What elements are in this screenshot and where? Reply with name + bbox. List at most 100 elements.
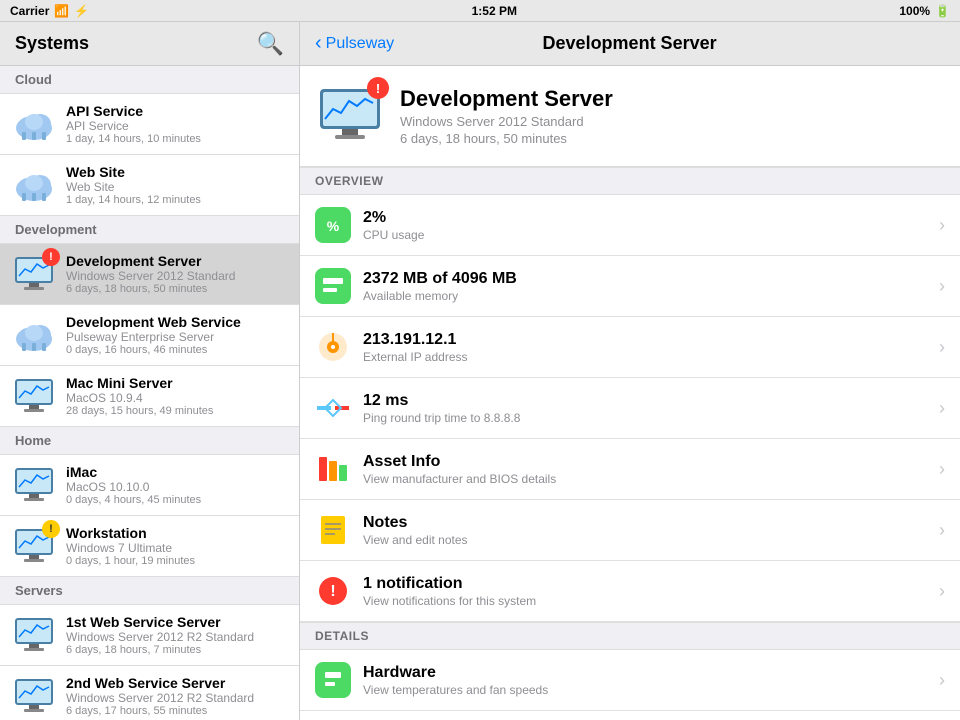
list-item-web-server-1[interactable]: 1st Web Service ServerWindows Server 201… (0, 605, 299, 666)
detail-chevron-ip: › (939, 337, 945, 358)
item-time-web-server-2: 6 days, 17 hours, 55 minutes (66, 705, 287, 717)
section-header-servers: Servers (0, 577, 299, 605)
detail-sub-ping: Ping round trip time to 8.8.8.8 (363, 411, 939, 425)
item-sub-imac: MacOS 10.10.0 (66, 480, 287, 494)
detail-sub-asset: View manufacturer and BIOS details (363, 472, 939, 486)
overview-row-notification[interactable]: ! 1 notification View notifications for … (300, 561, 960, 622)
item-sub-api-service: API Service (66, 119, 287, 133)
list-item-dev-web-service[interactable]: Development Web ServicePulseway Enterpri… (0, 305, 299, 366)
device-os: Windows Server 2012 Standard (400, 114, 613, 129)
device-header: ! Development Server Windows Server 2012… (300, 66, 960, 167)
item-time-dev-web-service: 0 days, 16 hours, 46 minutes (66, 344, 287, 356)
details-list: Hardware View temperatures and fan speed… (300, 650, 960, 720)
detail-content-hardware: Hardware View temperatures and fan speed… (363, 664, 939, 697)
list-item-workstation[interactable]: !WorkstationWindows 7 Ultimate0 days, 1 … (0, 516, 299, 577)
battery-label: 100% (899, 4, 930, 18)
detail-content-memory: 2372 MB of 4096 MB Available memory (363, 270, 939, 303)
item-name-workstation: Workstation (66, 525, 287, 541)
detail-sub-notes: View and edit notes (363, 533, 939, 547)
detail-content-cpu: 2% CPU usage (363, 209, 939, 242)
list-item-api-service[interactable]: API ServiceAPI Service1 day, 14 hours, 1… (0, 94, 299, 155)
section-header-home: Home (0, 427, 299, 455)
list-item-dev-server[interactable]: !Development ServerWindows Server 2012 S… (0, 244, 299, 305)
item-icon-web-site (12, 163, 56, 207)
right-content: ! Development Server Windows Server 2012… (300, 66, 960, 720)
overview-row-memory[interactable]: 2372 MB of 4096 MB Available memory › (300, 256, 960, 317)
signal-icon: ⚡ (74, 4, 89, 18)
detail-sub-notification: View notifications for this system (363, 594, 939, 608)
detail-title-notes: Notes (363, 514, 939, 532)
item-time-api-service: 1 day, 14 hours, 10 minutes (66, 133, 287, 145)
detail-icon-hardware (315, 662, 351, 698)
battery-icon: 🔋 (935, 4, 950, 18)
overview-row-ping[interactable]: 12 ms Ping round trip time to 8.8.8.8 › (300, 378, 960, 439)
item-icon-api-service (12, 102, 56, 146)
detail-content-asset: Asset Info View manufacturer and BIOS de… (363, 453, 939, 486)
right-panel: ‹ Pulseway Development Server (300, 22, 960, 720)
left-panel: Systems 🔍 Cloud API ServiceAPI Service1 … (0, 22, 300, 720)
svg-text:!: ! (330, 583, 335, 600)
detail-row-network[interactable]: Network View monitored network interface… (300, 711, 960, 720)
item-sub-web-server-1: Windows Server 2012 R2 Standard (66, 630, 287, 644)
overview-row-notes[interactable]: Notes View and edit notes › (300, 500, 960, 561)
svg-text:%: % (327, 218, 340, 234)
overview-row-asset[interactable]: Asset Info View manufacturer and BIOS de… (300, 439, 960, 500)
detail-chevron-hardware: › (939, 670, 945, 691)
item-name-api-service: API Service (66, 103, 287, 119)
detail-title-ping: 12 ms (363, 392, 939, 410)
detail-chevron-ping: › (939, 398, 945, 419)
detail-sub-memory: Available memory (363, 289, 939, 303)
detail-icon-asset (315, 451, 351, 487)
detail-icon-notification: ! (315, 573, 351, 609)
detail-title-notification: 1 notification (363, 575, 939, 593)
item-icon-mac-mini (12, 374, 56, 418)
detail-chevron-asset: › (939, 459, 945, 480)
detail-row-hardware[interactable]: Hardware View temperatures and fan speed… (300, 650, 960, 711)
detail-content-ping: 12 ms Ping round trip time to 8.8.8.8 (363, 392, 939, 425)
detail-title-memory: 2372 MB of 4096 MB (363, 270, 939, 288)
right-header: ‹ Pulseway Development Server (300, 22, 960, 66)
detail-title-cpu: 2% (363, 209, 939, 227)
detail-content-notes: Notes View and edit notes (363, 514, 939, 547)
device-alert-badge: ! (367, 77, 389, 99)
item-time-dev-server: 6 days, 18 hours, 50 minutes (66, 283, 287, 295)
item-sub-dev-web-service: Pulseway Enterprise Server (66, 330, 287, 344)
detail-title-ip: 213.191.12.1 (363, 331, 939, 349)
overview-list: % 2% CPU usage › 2372 MB of 4096 MB Avai… (300, 195, 960, 622)
item-sub-mac-mini: MacOS 10.9.4 (66, 391, 287, 405)
item-icon-web-server-2 (12, 674, 56, 718)
back-button[interactable]: ‹ Pulseway (315, 32, 394, 55)
item-icon-workstation: ! (12, 524, 56, 568)
detail-sub-cpu: CPU usage (363, 228, 939, 242)
detail-icon-cpu: % (315, 207, 351, 243)
details-section-label: DETAILS (300, 622, 960, 650)
main-container: Systems 🔍 Cloud API ServiceAPI Service1 … (0, 22, 960, 720)
overview-row-ip[interactable]: 213.191.12.1 External IP address › (300, 317, 960, 378)
list-item-web-server-2[interactable]: 2nd Web Service ServerWindows Server 201… (0, 666, 299, 720)
right-header-title: Development Server (394, 33, 865, 54)
detail-icon-notes (315, 512, 351, 548)
item-time-web-server-1: 6 days, 18 hours, 7 minutes (66, 644, 287, 656)
list-item-mac-mini[interactable]: Mac Mini ServerMacOS 10.9.428 days, 15 h… (0, 366, 299, 427)
detail-content-ip: 213.191.12.1 External IP address (363, 331, 939, 364)
item-time-mac-mini: 28 days, 15 hours, 49 minutes (66, 405, 287, 417)
item-name-web-site: Web Site (66, 164, 287, 180)
status-bar: Carrier 📶 ⚡ 1:52 PM 100% 🔋 (0, 0, 960, 22)
left-panel-title: Systems (15, 33, 89, 54)
item-name-web-server-1: 1st Web Service Server (66, 614, 287, 630)
search-button[interactable]: 🔍 (257, 31, 284, 57)
left-list: Cloud API ServiceAPI Service1 day, 14 ho… (0, 66, 299, 720)
item-name-web-server-2: 2nd Web Service Server (66, 675, 287, 691)
item-icon-dev-server: ! (12, 252, 56, 296)
overview-row-cpu[interactable]: % 2% CPU usage › (300, 195, 960, 256)
device-name: Development Server (400, 86, 613, 112)
carrier-label: Carrier (10, 4, 49, 18)
list-item-imac[interactable]: iMacMacOS 10.10.00 days, 4 hours, 45 min… (0, 455, 299, 516)
item-name-imac: iMac (66, 464, 287, 480)
overview-section-label: OVERVIEW (300, 167, 960, 195)
detail-icon-ping (315, 390, 351, 426)
detail-chevron-notification: › (939, 581, 945, 602)
detail-chevron-notes: › (939, 520, 945, 541)
alert-badge-workstation: ! (42, 520, 60, 538)
list-item-web-site[interactable]: Web SiteWeb Site1 day, 14 hours, 12 minu… (0, 155, 299, 216)
